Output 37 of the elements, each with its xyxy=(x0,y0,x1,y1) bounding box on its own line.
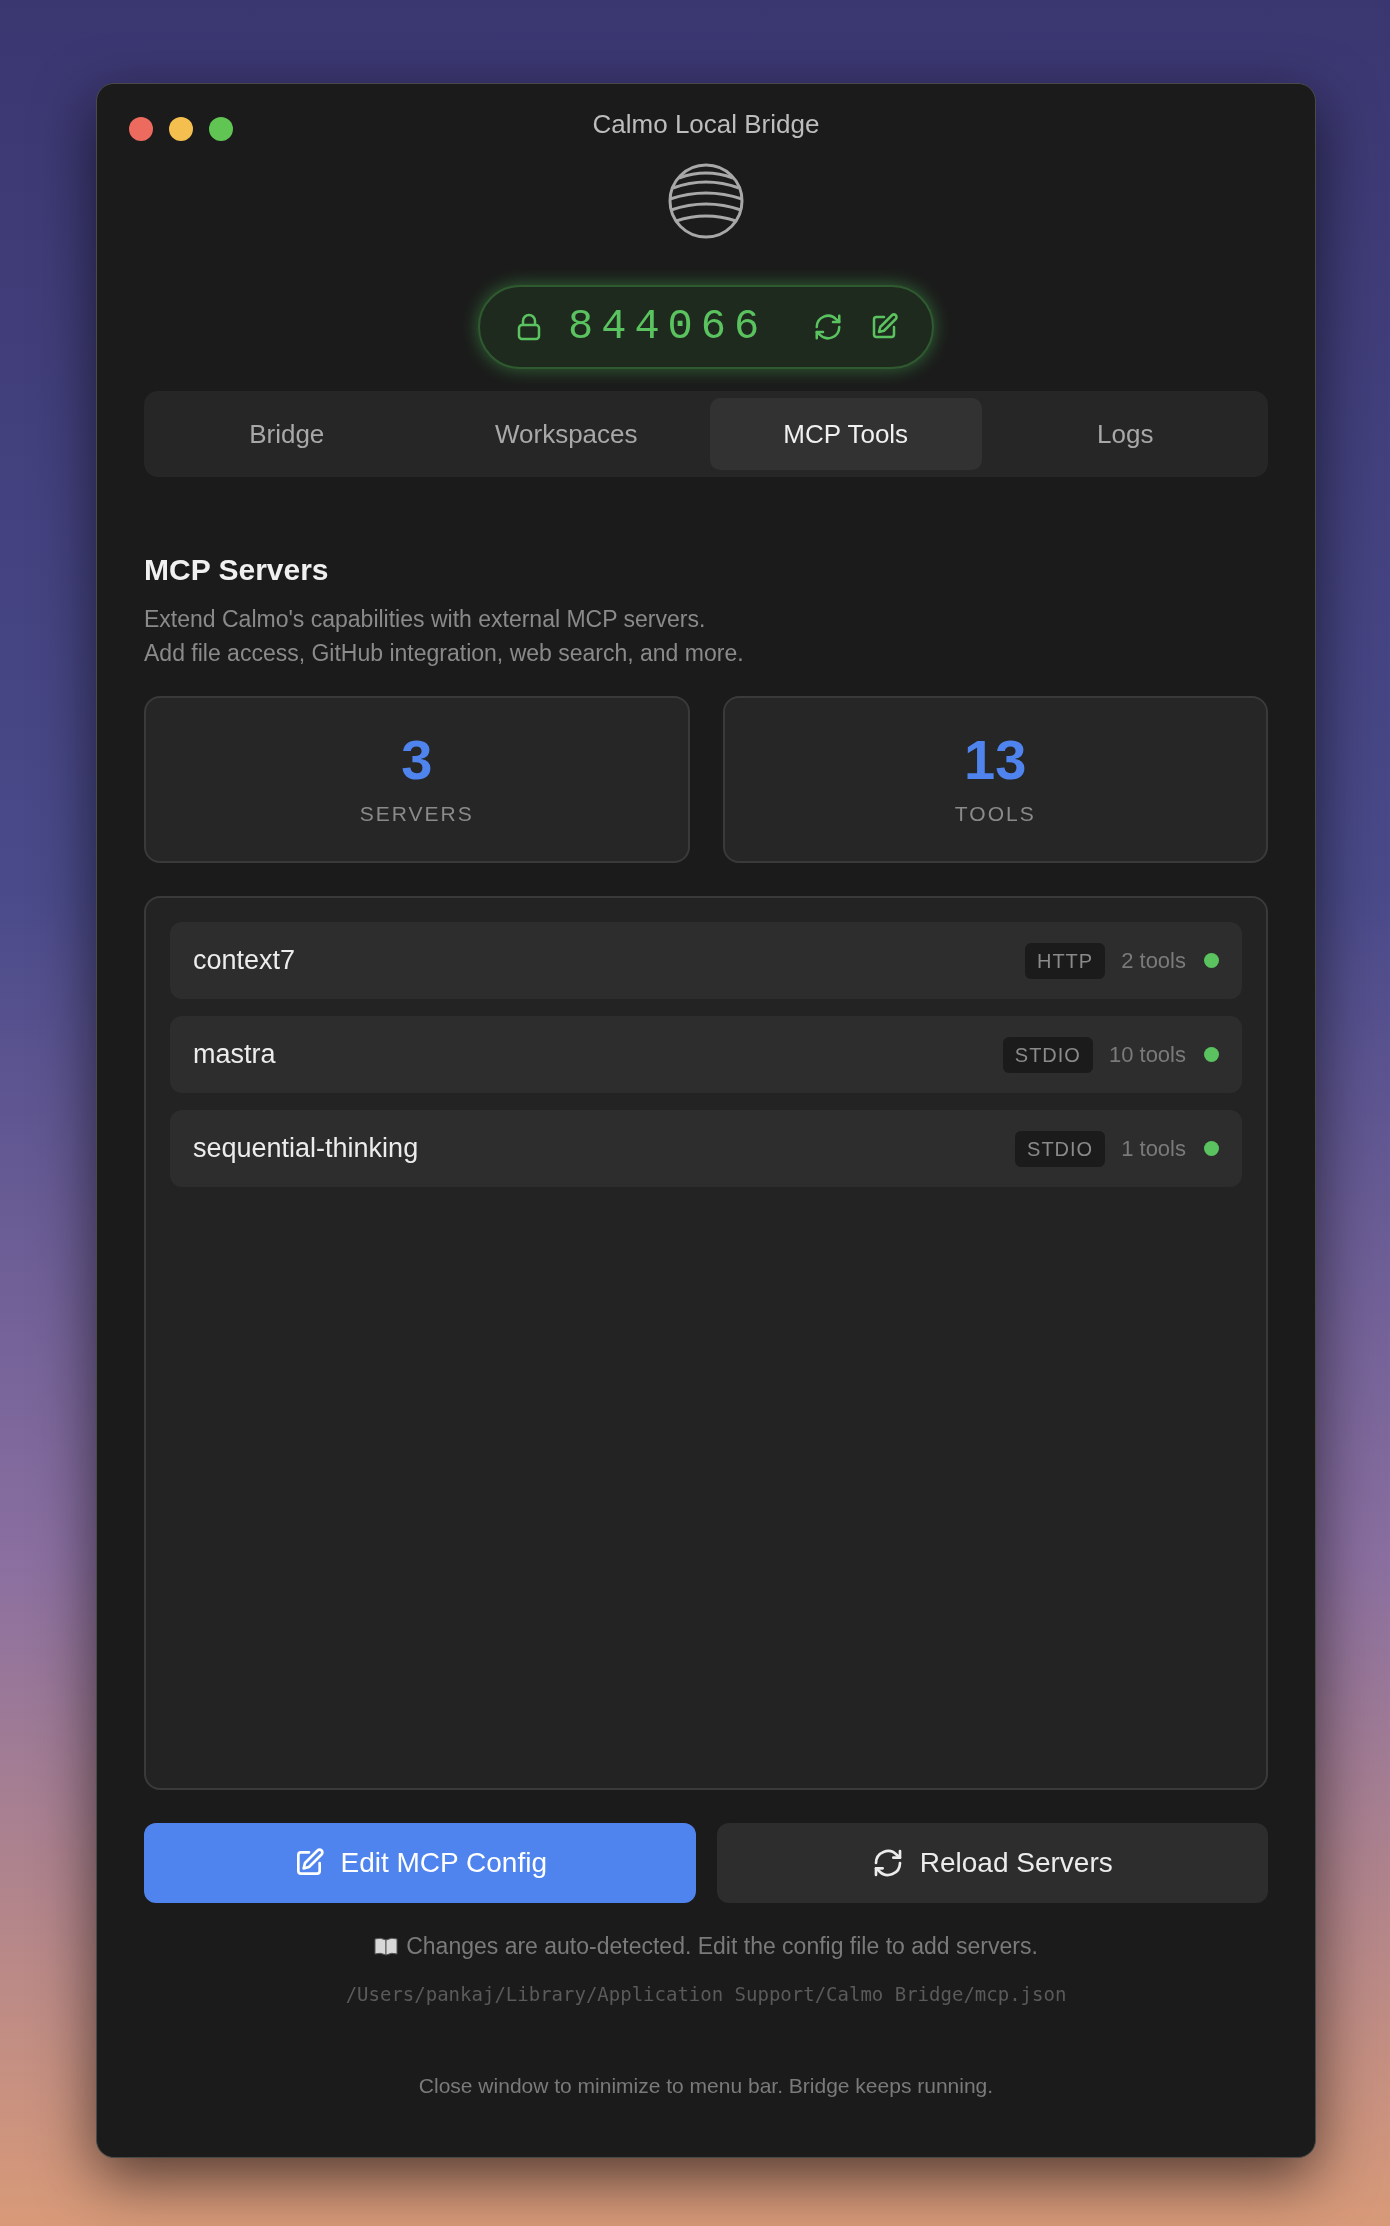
button[interactable]: Reload Servers xyxy=(716,1823,1268,1903)
server-name: context7 xyxy=(193,944,297,978)
tab[interactable]: Logs xyxy=(989,398,1261,470)
config-path: /Users/pankaj/Library/Application Support/Calmo Bridge/mcp.json xyxy=(344,1981,1068,2007)
tool-count: 10 tools xyxy=(1108,1041,1186,1069)
book-icon xyxy=(374,1936,399,1957)
tool-count: 2 tools xyxy=(1121,947,1186,975)
lock-icon xyxy=(516,313,542,341)
tool-count: 1 tools xyxy=(1121,1135,1186,1163)
transport-tag: STDIO xyxy=(1002,1036,1093,1073)
section-title: MCP Servers xyxy=(144,552,330,588)
server-name: sequential-thinking xyxy=(193,1132,420,1166)
tab[interactable]: Workspaces xyxy=(430,398,702,470)
tab[interactable]: Bridge xyxy=(151,398,423,470)
window-title: Calmo Local Bridge xyxy=(592,107,820,141)
stat-label: TOOLS xyxy=(954,800,1036,827)
hint-text: Changes are auto-detected. Edit the config file to add servers. xyxy=(406,1932,1038,1961)
description-text: Extend Calmo's capabilities with external MCP servers. xyxy=(144,605,707,634)
logo-icon xyxy=(667,162,745,240)
server-row[interactable]: mastra STDIO 10 tools xyxy=(170,1016,1242,1093)
description-text: Add file access, GitHub integration, web search, and more. xyxy=(144,639,745,668)
pairing-code: 844066 xyxy=(568,301,768,353)
zoom-button[interactable] xyxy=(209,117,233,141)
stat-label: SERVERS xyxy=(359,800,474,827)
button[interactable]: Edit MCP Config xyxy=(144,1823,696,1903)
transport-tag: HTTP xyxy=(1024,942,1106,979)
footer-text: Close window to minimize to menu bar. Bridge keeps running. xyxy=(417,2073,995,2099)
tab[interactable]: MCP Tools xyxy=(710,398,982,470)
server-name: mastra xyxy=(193,1038,277,1072)
minimize-button[interactable] xyxy=(169,117,193,141)
close-button[interactable] xyxy=(129,117,153,141)
server-row[interactable]: context7 HTTP 2 tools xyxy=(170,922,1242,999)
stat-value: 3 xyxy=(401,729,433,790)
stat-value: 13 xyxy=(964,729,1027,790)
server-row[interactable]: sequential-thinking STDIO 1 tools xyxy=(170,1110,1242,1187)
transport-tag: STDIO xyxy=(1015,1130,1106,1167)
refresh-icon[interactable] xyxy=(813,312,844,342)
